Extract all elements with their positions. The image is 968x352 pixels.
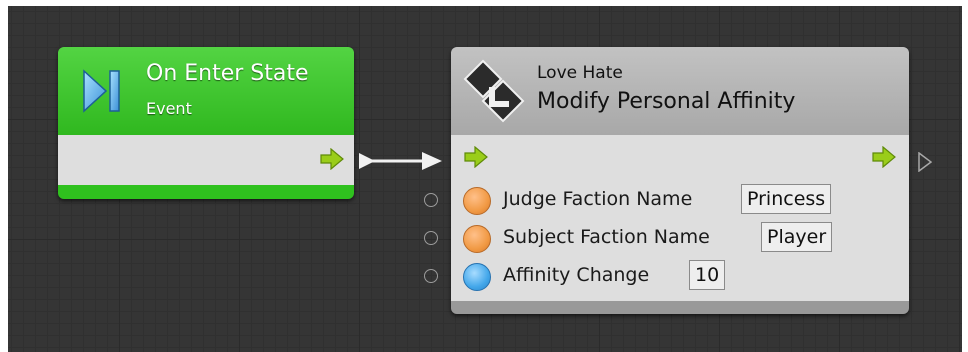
action-node-title: Modify Personal Affinity [537,89,796,114]
event-node-footer [58,185,354,199]
number-port-icon[interactable] [463,263,491,291]
action-node-body: Judge Faction Name Princess Subject Fact… [451,135,909,301]
flow-connection-line [359,152,442,170]
window-left-edge [0,0,8,352]
flow-in-arrow-icon[interactable] [463,146,489,168]
param-label: Subject Faction Name [503,226,710,248]
param-label: Judge Faction Name [503,188,693,210]
string-port-icon[interactable] [463,187,491,215]
event-node-body [58,135,354,185]
love-hate-logo-icon [463,59,525,123]
action-node-footer [451,301,909,314]
event-node-subtitle: Event [146,99,192,118]
flow-output-socket-icon[interactable] [918,152,932,172]
input-socket-subject-faction[interactable] [424,231,438,245]
window-top-edge [0,0,968,6]
window-right-edge [962,0,968,352]
flow-out-arrow-icon[interactable] [871,146,897,168]
action-node-modify-personal-affinity[interactable]: Love Hate Modify Personal Affinity Judge… [451,47,909,314]
event-node-on-enter-state[interactable]: On Enter State Event [58,47,354,199]
action-node-header[interactable]: Love Hate Modify Personal Affinity [451,47,909,135]
input-socket-judge-faction[interactable] [424,193,438,207]
string-port-icon[interactable] [463,225,491,253]
param-label: Affinity Change [503,264,650,286]
event-node-title: On Enter State [146,61,309,86]
action-node-category: Love Hate [537,63,623,83]
step-forward-icon [83,69,120,113]
judge-faction-name-field[interactable]: Princess [741,184,832,214]
affinity-change-field[interactable]: 10 [689,260,726,290]
subject-faction-name-field[interactable]: Player [761,222,833,252]
flow-out-arrow-icon[interactable] [320,148,344,170]
event-node-header[interactable]: On Enter State Event [58,47,354,135]
input-socket-affinity-change[interactable] [424,269,438,283]
